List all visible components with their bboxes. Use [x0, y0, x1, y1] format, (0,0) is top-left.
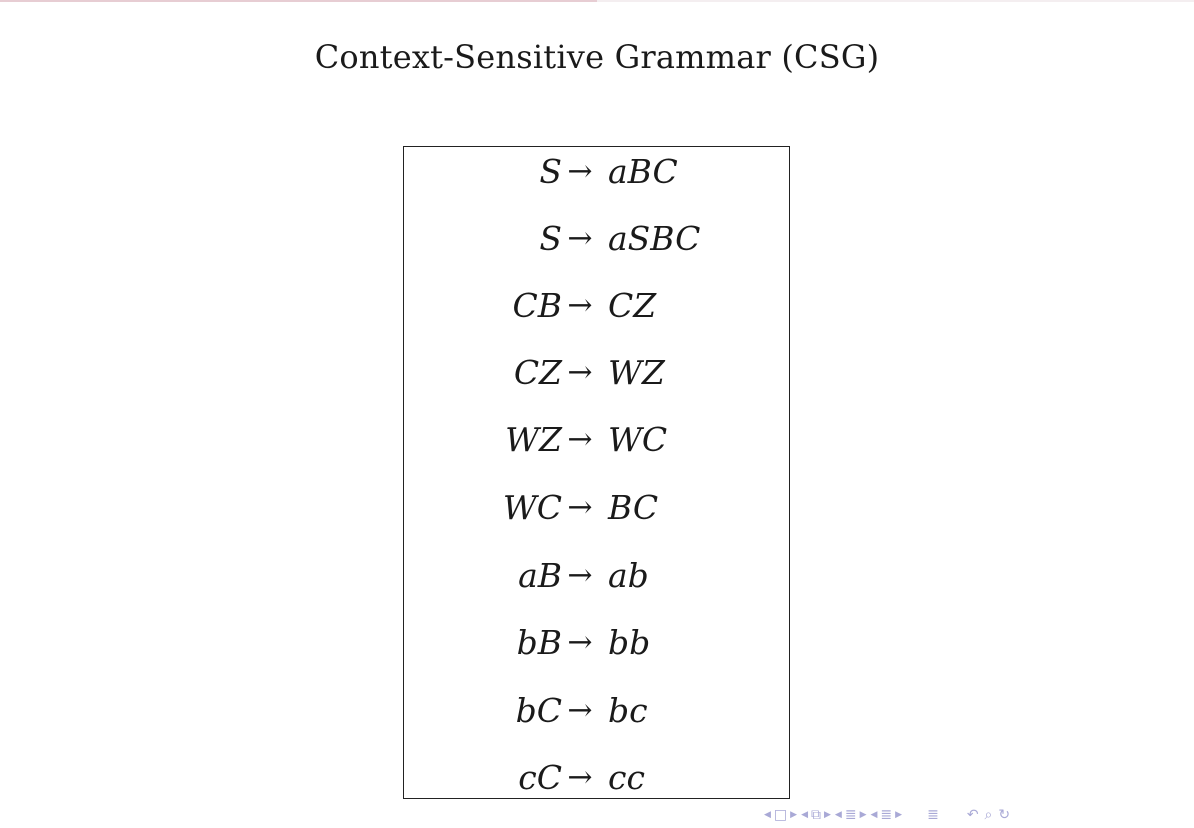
outline-icon[interactable]: ≣: [880, 807, 892, 823]
rule-rhs: WC: [608, 420, 668, 459]
frame-icon[interactable]: □: [774, 807, 787, 823]
rule-rhs: WZ: [608, 353, 665, 392]
section-next-icon[interactable]: ▶: [860, 810, 867, 820]
rule-arrow: →: [567, 760, 593, 795]
grammar-rule: bB → bb: [404, 623, 789, 663]
section-icon[interactable]: ≣: [845, 807, 857, 823]
subsection-prev-icon[interactable]: ◀: [801, 810, 808, 820]
rule-arrow: →: [567, 288, 593, 323]
rule-lhs: CB: [512, 286, 563, 325]
grammar-rule: bC → bc: [404, 691, 789, 731]
rule-arrow: →: [567, 558, 593, 593]
grammar-rule: CB → CZ: [404, 286, 789, 326]
zoom-icon[interactable]: ↻: [998, 807, 1010, 823]
subsection-next-icon[interactable]: ▶: [824, 810, 831, 820]
rule-rhs: BC: [608, 488, 659, 527]
slide-progress-fill: [0, 0, 597, 2]
rule-arrow: →: [567, 154, 593, 189]
search-icon[interactable]: ⌕: [985, 807, 993, 823]
rule-lhs: aB: [518, 556, 562, 595]
rule-rhs: bb: [608, 623, 651, 662]
rule-rhs: aSBC: [608, 219, 701, 258]
rule-lhs: bB: [516, 623, 562, 662]
rule-rhs: aBC: [608, 152, 678, 191]
rule-lhs: WC: [502, 488, 562, 527]
rule-rhs: ab: [608, 556, 649, 595]
slide-title: Context-Sensitive Grammar (CSG): [314, 38, 880, 76]
grammar-rule: aB → ab: [404, 556, 789, 596]
rule-rhs: cc: [608, 758, 645, 797]
rule-lhs: S: [539, 152, 562, 191]
frame-prev-icon[interactable]: ◀: [764, 810, 771, 820]
section-prev-icon[interactable]: ◀: [835, 810, 842, 820]
appendix-icon[interactable]: ≣: [927, 807, 939, 823]
grammar-rule: cC → cc: [404, 758, 789, 798]
rule-lhs: bC: [515, 691, 562, 730]
grammar-rule: WZ → WC: [404, 420, 789, 460]
subsection-icon[interactable]: ⧉: [811, 807, 821, 823]
outline-prev-icon[interactable]: ◀: [871, 810, 878, 820]
rule-arrow: →: [567, 422, 593, 457]
section-nav[interactable]: ◀ ≣ ▶: [835, 807, 867, 823]
grammar-rule: CZ → WZ: [404, 353, 789, 393]
appendix-nav[interactable]: ≣: [924, 807, 942, 823]
rule-arrow: →: [567, 693, 593, 728]
rule-rhs: bc: [608, 691, 648, 730]
rule-lhs: cC: [518, 758, 562, 797]
outline-next-icon[interactable]: ▶: [895, 810, 902, 820]
slide-progress-bar: [0, 0, 1194, 2]
subsection-nav[interactable]: ◀ ⧉ ▶: [801, 807, 831, 823]
rule-lhs: S: [539, 219, 562, 258]
rule-arrow: →: [567, 355, 593, 390]
outline-nav[interactable]: ◀ ≣ ▶: [871, 807, 903, 823]
back-forward-icon[interactable]: ↶: [967, 807, 979, 823]
grammar-rule: WC → BC: [404, 488, 789, 528]
rule-arrow: →: [567, 221, 593, 256]
rule-rhs: CZ: [608, 286, 657, 325]
rule-arrow: →: [567, 625, 593, 660]
grammar-rule: S → aBC: [404, 152, 789, 192]
grammar-rule: S → aSBC: [404, 219, 789, 259]
frame-nav[interactable]: ◀ □ ▶: [764, 807, 797, 823]
grammar-rules-box: S → aBC S → aSBC CB → CZ CZ → WZ WZ → WC…: [403, 146, 790, 799]
rule-lhs: CZ: [513, 353, 562, 392]
search-nav[interactable]: ↶ ⌕ ↻: [964, 807, 1013, 823]
rule-lhs: WZ: [505, 420, 562, 459]
beamer-navigation-bar: ◀ □ ▶ ◀ ⧉ ▶ ◀ ≣ ▶ ◀ ≣ ▶ ≣ ↶ ⌕ ↻: [764, 806, 1017, 824]
frame-next-icon[interactable]: ▶: [790, 810, 797, 820]
rule-arrow: →: [567, 490, 593, 525]
